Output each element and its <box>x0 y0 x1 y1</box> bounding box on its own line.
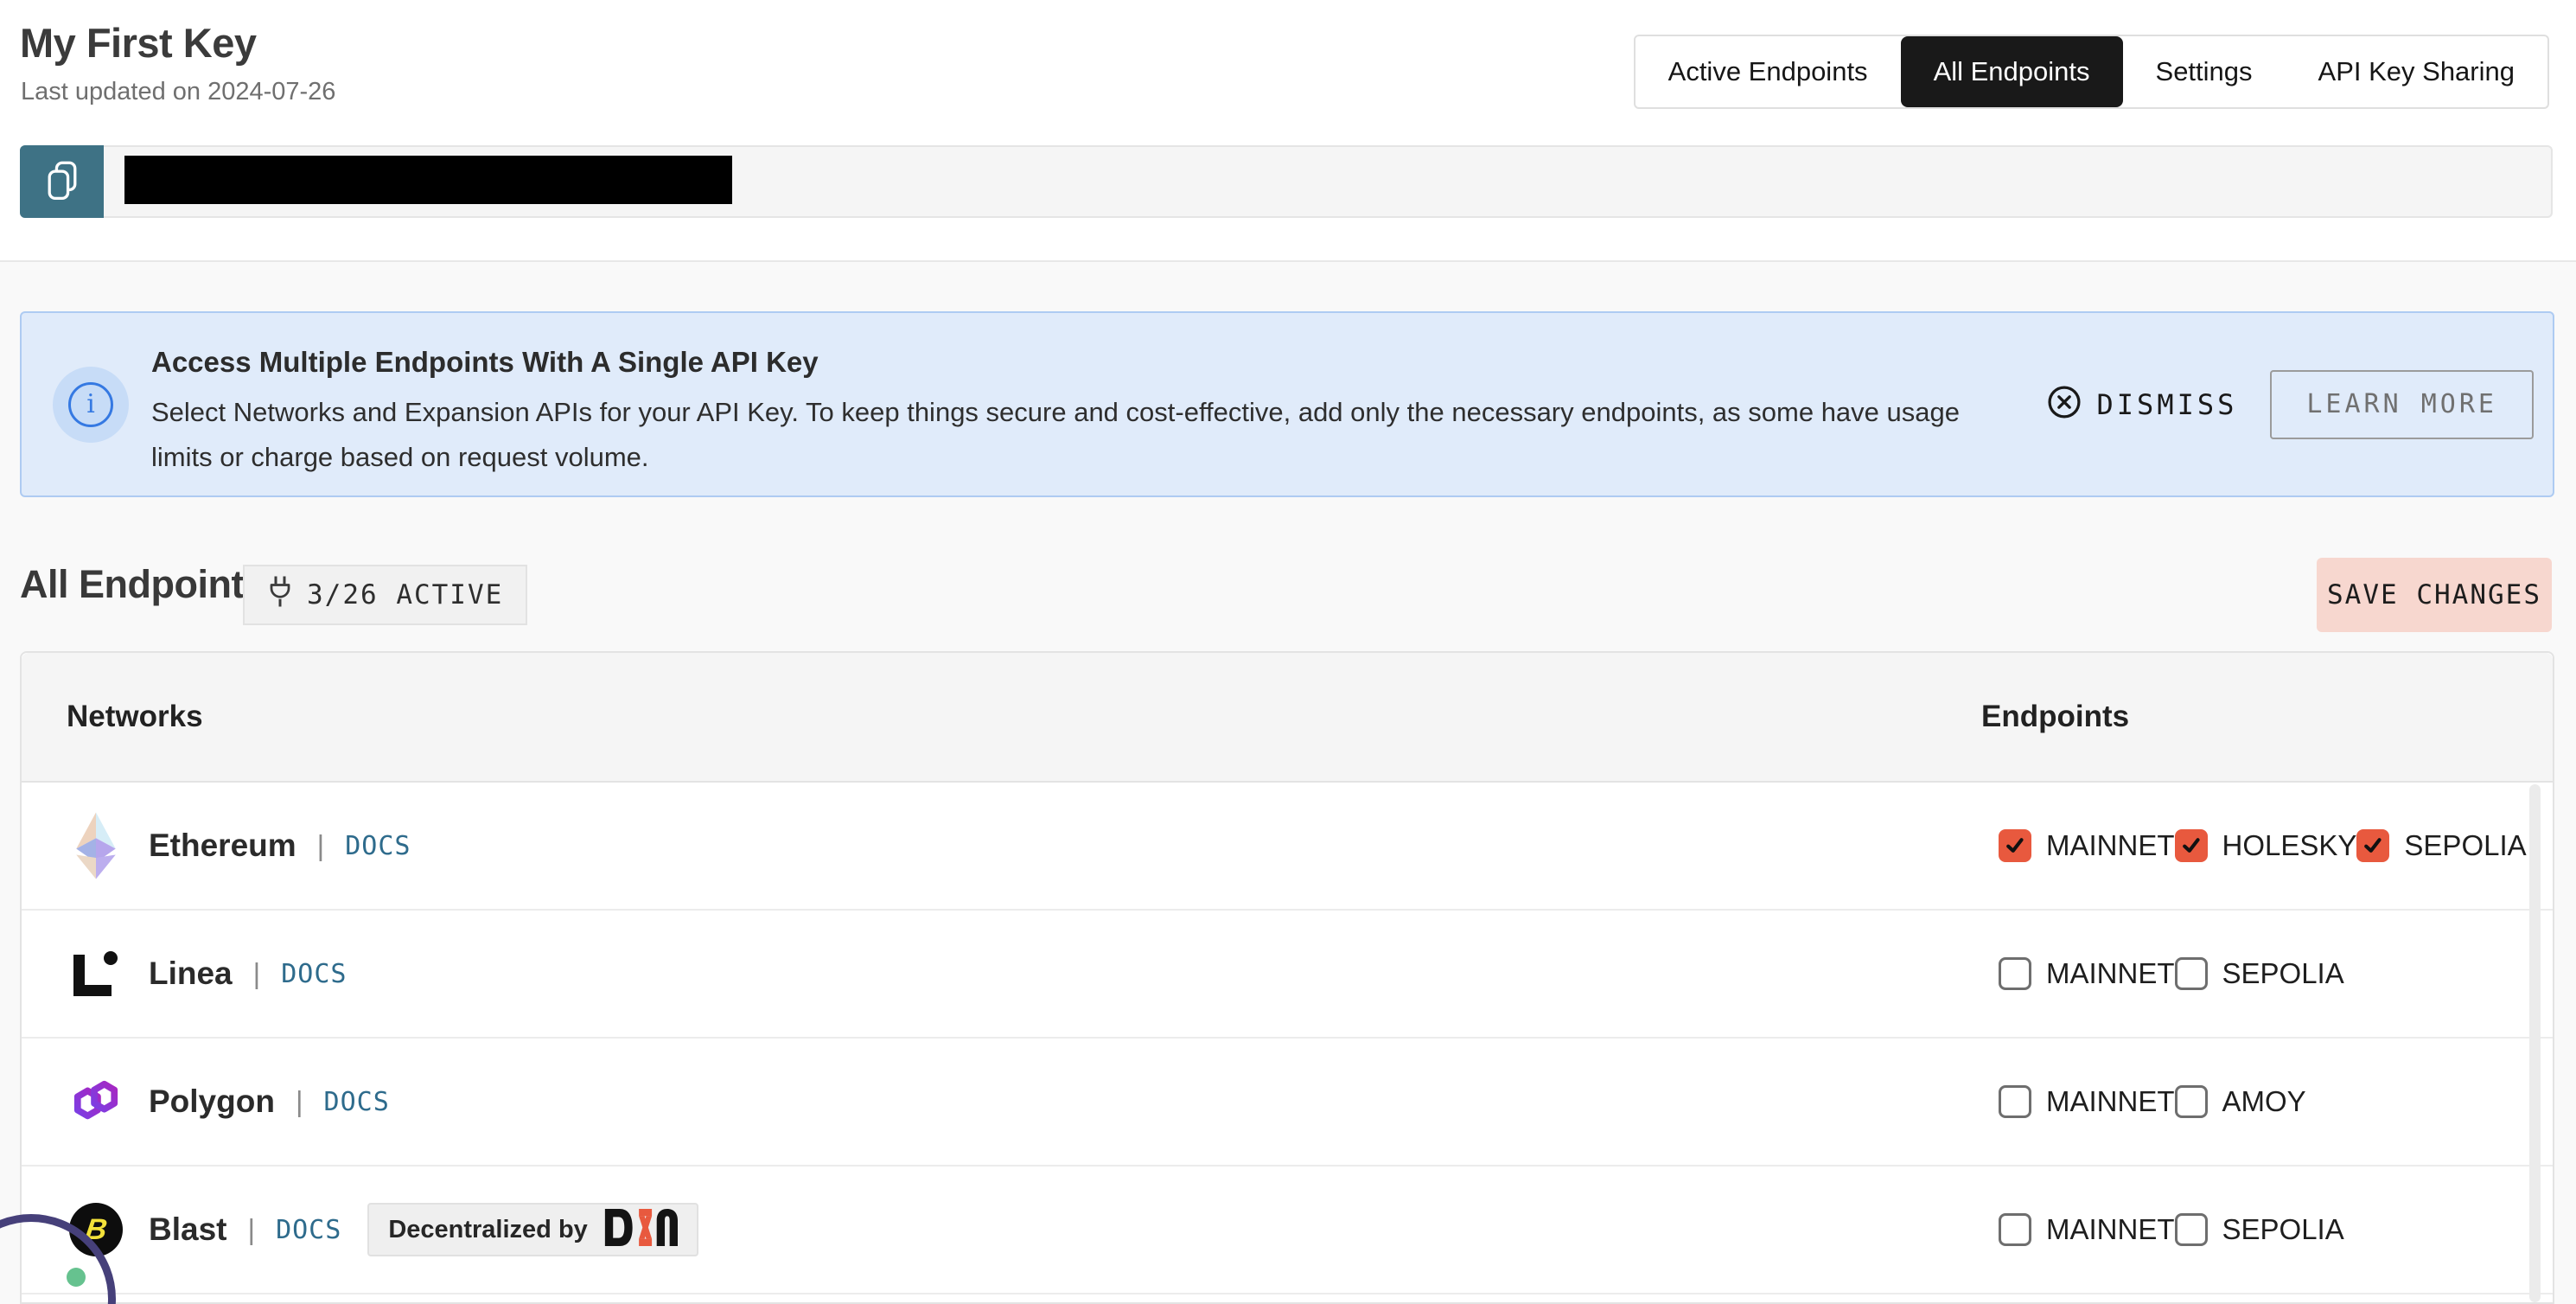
dismiss-icon <box>2047 385 2082 424</box>
plug-icon <box>267 575 293 615</box>
docs-link-blast[interactable]: DOCS <box>276 1215 341 1245</box>
separator: | <box>253 957 261 990</box>
column-header-endpoints: Endpoints <box>1981 700 2129 734</box>
docs-link-polygon[interactable]: DOCS <box>324 1087 390 1117</box>
endpoint-label: SEPOLIA <box>2222 957 2344 990</box>
endpoint-options: MAINNET SEPOLIA <box>1999 1167 2348 1293</box>
tab-group: Active Endpoints All Endpoints Settings … <box>1634 35 2549 109</box>
active-count-label: 3/26 ACTIVE <box>307 579 503 610</box>
learn-more-button[interactable]: LEARN MORE <box>2270 370 2534 439</box>
din-logo <box>603 1209 678 1250</box>
banner-text: Access Multiple Endpoints With A Single … <box>151 346 2017 480</box>
checkbox-unchecked-mainnet[interactable] <box>1999 1213 2031 1246</box>
copy-icon <box>45 160 80 204</box>
checkbox-unchecked-sepolia[interactable] <box>2175 1213 2208 1246</box>
din-badge-label: Decentralized by <box>388 1216 587 1244</box>
info-banner: i Access Multiple Endpoints With A Singl… <box>20 311 2554 497</box>
checkbox-checked-sepolia[interactable] <box>2356 829 2389 862</box>
endpoints-table: Networks Endpoints Ethereum | <box>20 651 2554 1304</box>
table-row-ethereum: Ethereum | DOCS MAINNET HOLESKY SEPOLIA <box>22 783 2553 911</box>
api-key-page: My First Key Last updated on 2024-07-26 … <box>0 0 2576 1304</box>
dismiss-label: DISMISS <box>2097 388 2238 421</box>
endpoint-label: MAINNET <box>2046 829 2175 862</box>
din-badge: Decentralized by <box>367 1203 698 1256</box>
tab-api-key-sharing[interactable]: API Key Sharing <box>2286 36 2547 107</box>
tab-active-endpoints[interactable]: Active Endpoints <box>1636 36 1901 107</box>
endpoint-label: SEPOLIA <box>2222 1213 2344 1246</box>
endpoint-option-sepolia: SEPOLIA <box>2175 957 2348 990</box>
api-key-bar <box>20 145 2553 218</box>
endpoint-option-amoy: AMOY <box>2175 1085 2348 1118</box>
docs-link-ethereum[interactable]: DOCS <box>345 831 411 861</box>
endpoint-label: MAINNET <box>2046 957 2175 990</box>
checkbox-unchecked-mainnet[interactable] <box>1999 957 2031 990</box>
separator: | <box>317 829 325 862</box>
active-count-badge: 3/26 ACTIVE <box>243 565 527 625</box>
info-icon: i <box>53 367 129 443</box>
copy-key-button[interactable] <box>20 145 104 218</box>
checkbox-checked-mainnet[interactable] <box>1999 829 2031 862</box>
table-scrollbar[interactable] <box>2529 784 2541 1302</box>
checkbox-unchecked-sepolia[interactable] <box>2175 957 2208 990</box>
page-title: My First Key <box>20 19 256 67</box>
redacted-api-key <box>124 156 732 204</box>
polygon-icon <box>69 1077 123 1126</box>
endpoint-label: SEPOLIA <box>2404 829 2526 862</box>
tab-all-endpoints[interactable]: All Endpoints <box>1901 36 2123 107</box>
table-row-linea: Linea | DOCS MAINNET SEPOLIA <box>22 911 2553 1039</box>
network-name: Linea <box>149 956 233 992</box>
banner-actions: DISMISS LEARN MORE <box>2047 370 2534 439</box>
dismiss-button[interactable]: DISMISS <box>2047 385 2238 424</box>
endpoint-options: MAINNET SEPOLIA <box>1999 911 2348 1037</box>
endpoint-options: MAINNET HOLESKY SEPOLIA <box>1999 783 2529 909</box>
network-name: Ethereum <box>149 828 296 864</box>
endpoint-label: HOLESKY <box>2222 829 2357 862</box>
endpoint-label: MAINNET <box>2046 1213 2175 1246</box>
endpoint-options: MAINNET AMOY <box>1999 1039 2348 1165</box>
banner-description: Select Networks and Expansion APIs for y… <box>151 390 2017 480</box>
endpoint-option-mainnet: MAINNET <box>1999 1085 2175 1118</box>
checkbox-unchecked-mainnet[interactable] <box>1999 1085 2031 1118</box>
ethereum-icon <box>69 810 123 881</box>
linea-icon <box>69 949 123 998</box>
table-row-blast: B Blast | DOCS Decentralized by <box>22 1167 2553 1294</box>
endpoint-option-mainnet: MAINNET <box>1999 829 2175 862</box>
save-changes-button[interactable]: SAVE CHANGES <box>2317 558 2552 632</box>
online-status-dot <box>67 1268 86 1287</box>
table-header: Networks Endpoints <box>22 653 2553 783</box>
section-heading: All Endpoints <box>20 562 265 607</box>
network-name: Polygon <box>149 1083 275 1120</box>
endpoint-label: AMOY <box>2222 1085 2306 1118</box>
separator: | <box>247 1213 255 1246</box>
checkbox-unchecked-amoy[interactable] <box>2175 1085 2208 1118</box>
endpoint-option-holesky: HOLESKY <box>2175 829 2357 862</box>
separator: | <box>296 1085 303 1118</box>
last-updated-text: Last updated on 2024-07-26 <box>21 78 335 106</box>
tab-settings[interactable]: Settings <box>2123 36 2286 107</box>
network-name: Blast <box>149 1211 226 1248</box>
column-header-networks: Networks <box>67 700 203 734</box>
endpoint-label: MAINNET <box>2046 1085 2175 1118</box>
endpoint-option-mainnet: MAINNET <box>1999 1213 2175 1246</box>
endpoint-option-sepolia: SEPOLIA <box>2175 1213 2348 1246</box>
banner-title: Access Multiple Endpoints With A Single … <box>151 346 2017 379</box>
endpoint-option-mainnet: MAINNET <box>1999 957 2175 990</box>
endpoint-option-sepolia: SEPOLIA <box>2356 829 2529 862</box>
table-row-polygon: Polygon | DOCS MAINNET AMOY <box>22 1039 2553 1167</box>
checkbox-checked-holesky[interactable] <box>2175 829 2208 862</box>
docs-link-linea[interactable]: DOCS <box>281 959 347 989</box>
